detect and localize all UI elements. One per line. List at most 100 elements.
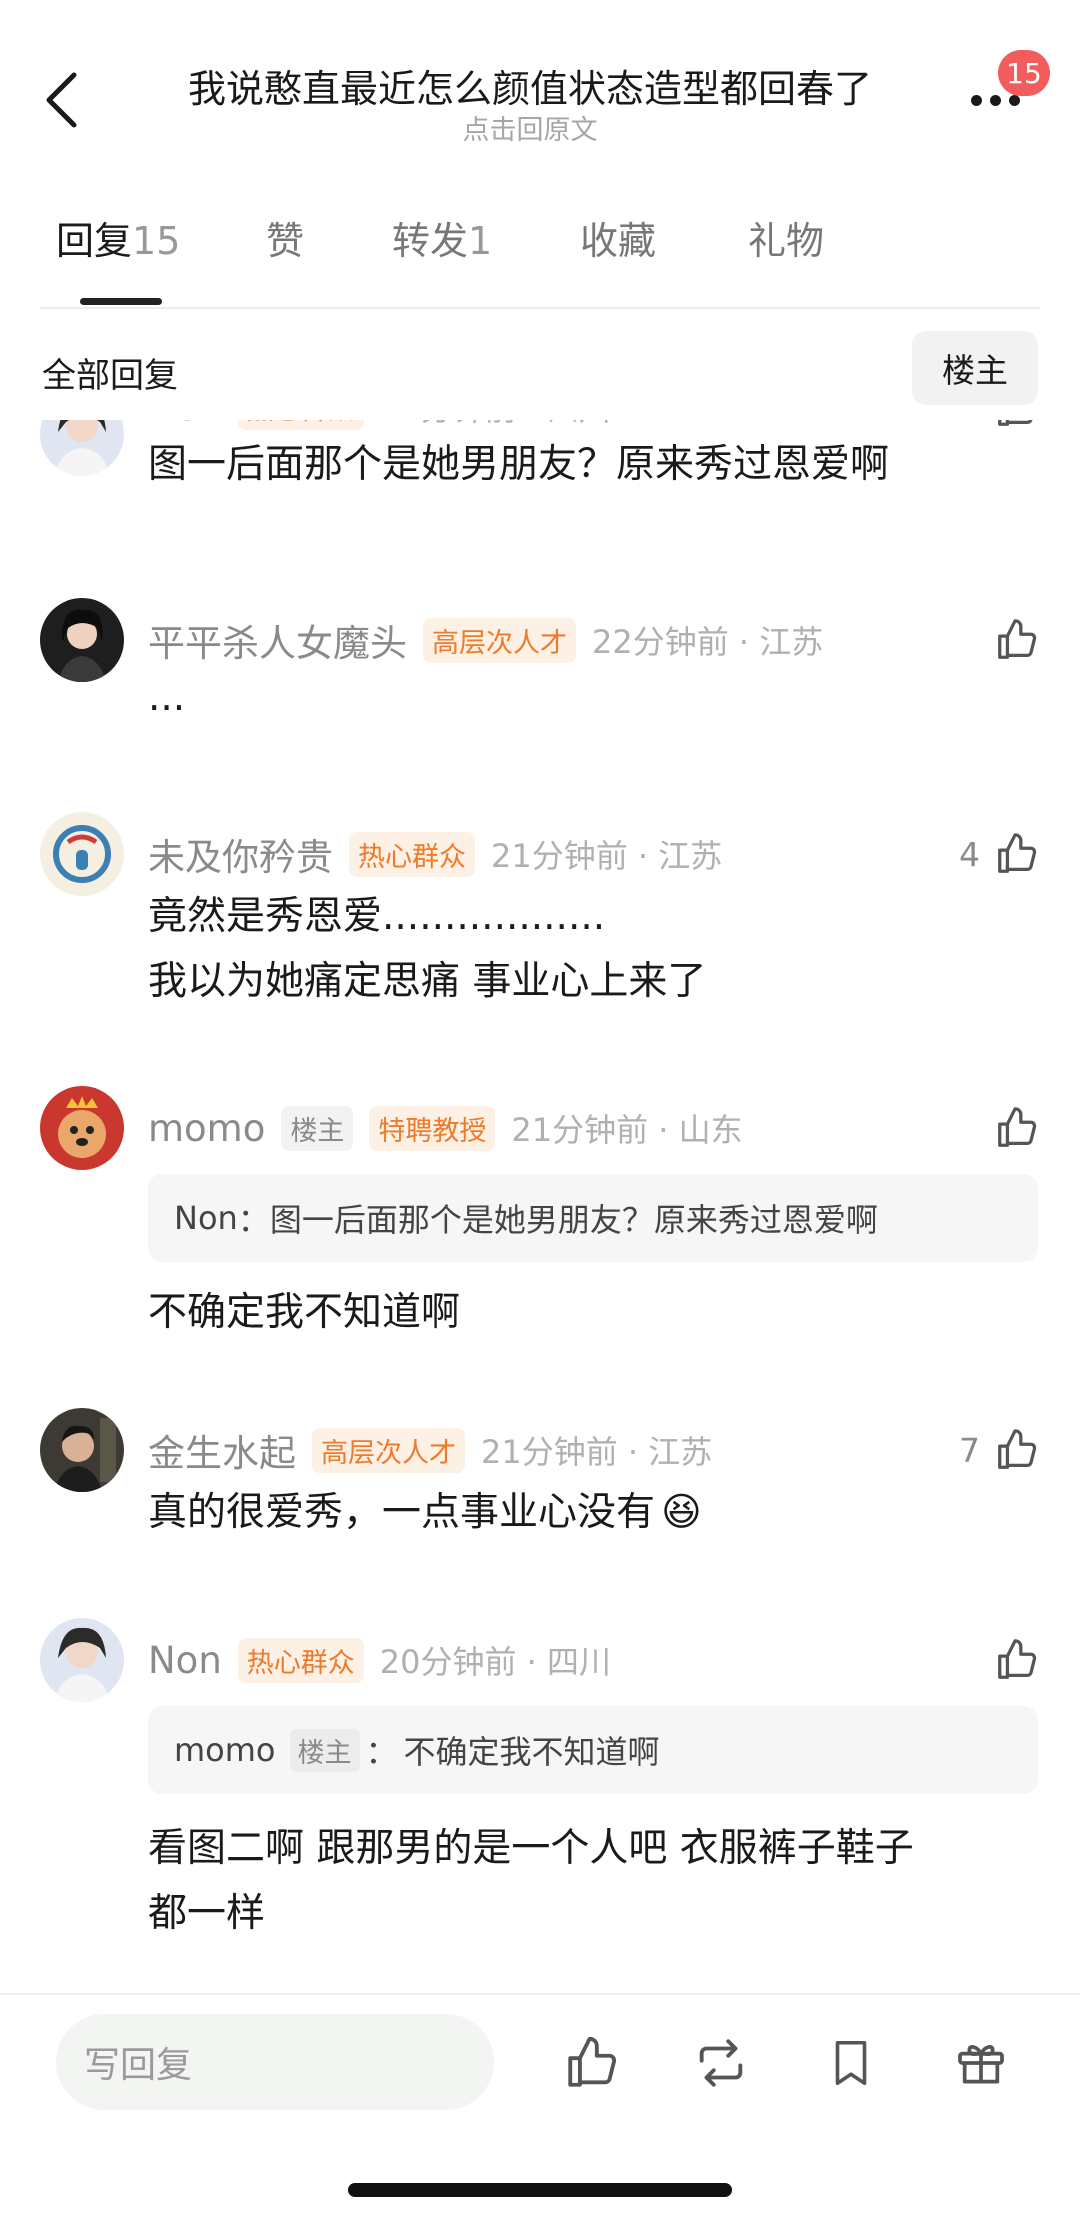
like-button[interactable] <box>994 1103 1040 1153</box>
gift-button[interactable] <box>948 2030 1014 2096</box>
thumbs-up-icon <box>998 1429 1037 1469</box>
repost-button[interactable] <box>688 2030 754 2096</box>
grinning-emoji-icon: 😆 <box>661 1490 702 1535</box>
like-button[interactable]: 11 <box>938 420 1040 432</box>
more-dot <box>989 94 1001 106</box>
avatar[interactable] <box>40 598 124 682</box>
all-replies-label[interactable]: 全部回复 <box>42 348 178 397</box>
like-button[interactable]: 4 <box>959 829 1040 879</box>
comment-header: Non 热心群众 21分钟前 · 四川 <box>148 420 611 432</box>
comment-meta: 21分钟前 · 江苏 <box>481 1433 713 1471</box>
owner-badge: 楼主 <box>281 1105 354 1151</box>
quote-owner-badge: 楼主 <box>289 1728 360 1772</box>
back-button[interactable] <box>36 70 86 130</box>
comment-meta: 21分钟前 · 江苏 <box>491 837 723 875</box>
user-badge: 高层次人才 <box>423 617 576 663</box>
comment-header: momo 楼主 特聘教授 21分钟前 · 山东 <box>148 1103 743 1153</box>
user-badge: 热心群众 <box>237 420 364 430</box>
comment-text: 真的很爱秀，一点事业心没有 😆 <box>148 1480 1028 1545</box>
thumbs-up-icon <box>998 1639 1037 1679</box>
like-count: 4 <box>959 834 980 874</box>
tab-bar: 回复15 赞 转发1 收藏 礼物 <box>40 210 1040 290</box>
user-badge: 热心群众 <box>237 1637 364 1683</box>
notification-badge: 15 <box>998 50 1050 96</box>
page-title[interactable]: 我说憨直最近怎么颜值状态造型都回春了 <box>130 58 930 113</box>
quoted-reply[interactable]: Non：图一后面那个是她男朋友？原来秀过恩爱啊 <box>148 1174 1038 1262</box>
avatar[interactable] <box>40 812 124 896</box>
quote-colon: ： <box>365 1733 398 1771</box>
comment-text-line: 都一样 <box>148 1891 266 1936</box>
user-badge: 热心群众 <box>349 831 475 877</box>
comment-text: 图一后面那个是她男朋友？原来秀过恩爱啊 <box>148 442 890 487</box>
comment-meta: 21分钟前 · 山东 <box>511 1111 743 1149</box>
username[interactable]: 平平杀人女魔头 <box>148 613 407 667</box>
home-indicator[interactable] <box>348 2183 732 2197</box>
tab-label: 赞 <box>266 219 305 263</box>
username[interactable]: Non <box>148 1639 222 1682</box>
tab-label: 礼物 <box>748 219 825 263</box>
tab-label: 转发 <box>392 219 469 263</box>
username[interactable]: momo <box>148 1107 265 1150</box>
tab-label: 收藏 <box>580 219 657 263</box>
header: 我说憨直最近怎么颜值状态造型都回春了 点击回原文 15 <box>0 0 1080 160</box>
tab-favorites[interactable]: 收藏 <box>580 210 656 265</box>
comment-text-line: 竟然是秀恩爱.................. <box>148 894 606 939</box>
comment-meta: 20分钟前 · 四川 <box>379 1643 612 1681</box>
divider <box>0 1993 1080 1995</box>
comment-header: 金生水起 高层次人才 21分钟前 · 江苏 <box>148 1425 712 1475</box>
avatar[interactable] <box>40 1618 124 1702</box>
quote-text: 图一后面那个是她男朋友？原来秀过恩爱啊 <box>269 1201 878 1239</box>
like-post-button[interactable] <box>559 2030 625 2096</box>
tab-label: 回复 <box>56 219 133 263</box>
tab-count: 15 <box>132 219 181 263</box>
comment-header: 平平杀人女魔头 高层次人才 22分钟前 · 江苏 <box>148 615 823 665</box>
comment-text-body: 真的很爱秀，一点事业心没有 <box>148 1490 656 1535</box>
tab-likes[interactable]: 赞 <box>266 210 304 265</box>
comment-header: 未及你矜贵 热心群众 21分钟前 · 江苏 <box>148 829 722 879</box>
bookmark-button[interactable] <box>818 2030 884 2096</box>
like-button[interactable]: 7 <box>959 1425 1040 1475</box>
username[interactable]: 金生水起 <box>148 1423 296 1477</box>
like-count: 11 <box>938 420 980 427</box>
username[interactable]: 未及你矜贵 <box>148 827 333 881</box>
owner-filter-button[interactable]: 楼主 <box>912 331 1038 405</box>
quote-author: momo <box>174 1731 276 1769</box>
divider <box>40 307 1040 309</box>
active-tab-indicator <box>80 298 162 305</box>
quote-colon: ： <box>237 1201 270 1239</box>
username[interactable]: Non <box>148 420 222 429</box>
comment-list: Non 热心群众 21分钟前 · 四川 11 图一后面那个是她男朋友？原来秀过恩… <box>0 420 1080 1992</box>
thumbs-up-icon <box>998 420 1033 426</box>
comment-text-line: 我以为她痛定思痛 事业心上来了 <box>148 959 707 1004</box>
chevron-left-icon <box>46 72 77 128</box>
quote-text: 不确定我不知道啊 <box>403 1733 660 1771</box>
comment-text: 看图二啊 跟那男的是一个人吧 衣服裤子鞋子 都一样 <box>148 1816 1028 1946</box>
quote-author: Non <box>174 1199 238 1237</box>
comment-text: ... <box>148 675 186 720</box>
comment-meta: 21分钟前 · 四川 <box>380 420 611 430</box>
like-button[interactable] <box>994 1635 1040 1685</box>
thumbs-up-icon <box>998 619 1037 659</box>
quoted-reply[interactable]: momo 楼主：不确定我不知道啊 <box>148 1706 1038 1794</box>
thumbs-up-icon <box>568 2036 617 2087</box>
like-count: 7 <box>959 1430 980 1470</box>
more-dot <box>970 94 982 106</box>
repost-icon <box>699 2039 743 2087</box>
comment-text: 不确定我不知道啊 <box>148 1290 461 1335</box>
back-to-original-link[interactable]: 点击回原文 <box>130 108 930 147</box>
comment-meta: 22分钟前 · 江苏 <box>592 623 824 661</box>
avatar[interactable] <box>40 1086 124 1170</box>
tab-gifts[interactable]: 礼物 <box>748 210 824 265</box>
more-dot <box>1008 94 1020 106</box>
user-badge: 特聘教授 <box>369 1105 496 1151</box>
like-button[interactable] <box>994 615 1040 665</box>
reply-input[interactable]: 写回复 <box>56 2014 494 2110</box>
avatar[interactable] <box>40 420 124 476</box>
avatar[interactable] <box>40 1408 124 1492</box>
tab-count: 1 <box>468 219 493 263</box>
comment-text-line: 看图二啊 跟那男的是一个人吧 衣服裤子鞋子 <box>148 1826 914 1871</box>
thumbs-up-icon <box>998 1107 1037 1147</box>
tab-reposts[interactable]: 转发1 <box>392 210 492 265</box>
tab-replies[interactable]: 回复15 <box>56 210 180 265</box>
gift-icon <box>958 2045 1004 2084</box>
